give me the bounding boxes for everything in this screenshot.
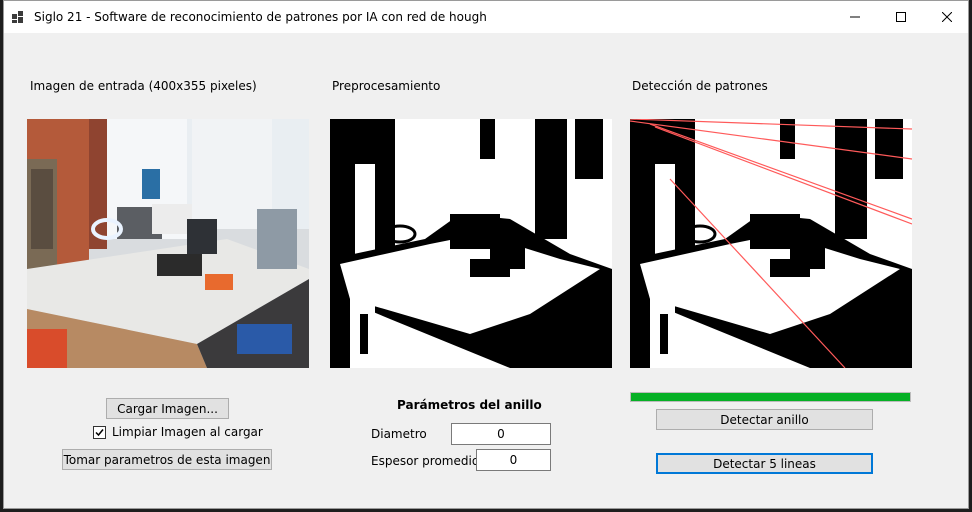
detection-progress-bar xyxy=(630,392,911,402)
close-button[interactable] xyxy=(924,1,970,33)
detection-image xyxy=(630,119,912,368)
close-icon xyxy=(942,12,952,22)
maximize-button[interactable] xyxy=(878,1,924,33)
minimize-button[interactable] xyxy=(832,1,878,33)
detect-ring-button[interactable]: Detectar anillo xyxy=(656,409,873,430)
preprocessed-image xyxy=(330,119,612,368)
diameter-label: Diametro xyxy=(371,427,427,441)
detect-lines-button[interactable]: Detectar 5 lineas xyxy=(656,453,873,474)
take-params-button[interactable]: Tomar parametros de esta imagen xyxy=(62,449,272,470)
ring-params-heading: Parámetros del anillo xyxy=(397,398,542,412)
preprocess-label: Preprocesamiento xyxy=(332,79,441,93)
minimize-icon xyxy=(850,16,860,18)
progress-fill xyxy=(631,393,910,401)
title-bar[interactable]: Siglo 21 - Software de reconocimiento de… xyxy=(4,1,968,33)
maximize-icon xyxy=(896,12,906,22)
input-image xyxy=(27,119,309,368)
clear-image-checkbox[interactable] xyxy=(93,426,106,439)
detection-label: Detección de patrones xyxy=(632,79,768,93)
app-icon xyxy=(12,11,24,23)
diameter-field[interactable]: 0 xyxy=(451,423,551,445)
check-icon xyxy=(95,429,104,437)
main-window: Siglo 21 - Software de reconocimiento de… xyxy=(3,0,969,509)
clear-image-label: Limpiar Imagen al cargar xyxy=(112,425,263,439)
input-image-label: Imagen de entrada (400x355 pixeles) xyxy=(30,79,257,93)
window-title: Siglo 21 - Software de reconocimiento de… xyxy=(34,10,487,24)
load-image-button[interactable]: Cargar Imagen... xyxy=(106,398,229,419)
thickness-label: Espesor promedio xyxy=(371,454,480,468)
thickness-field[interactable]: 0 xyxy=(476,449,551,471)
